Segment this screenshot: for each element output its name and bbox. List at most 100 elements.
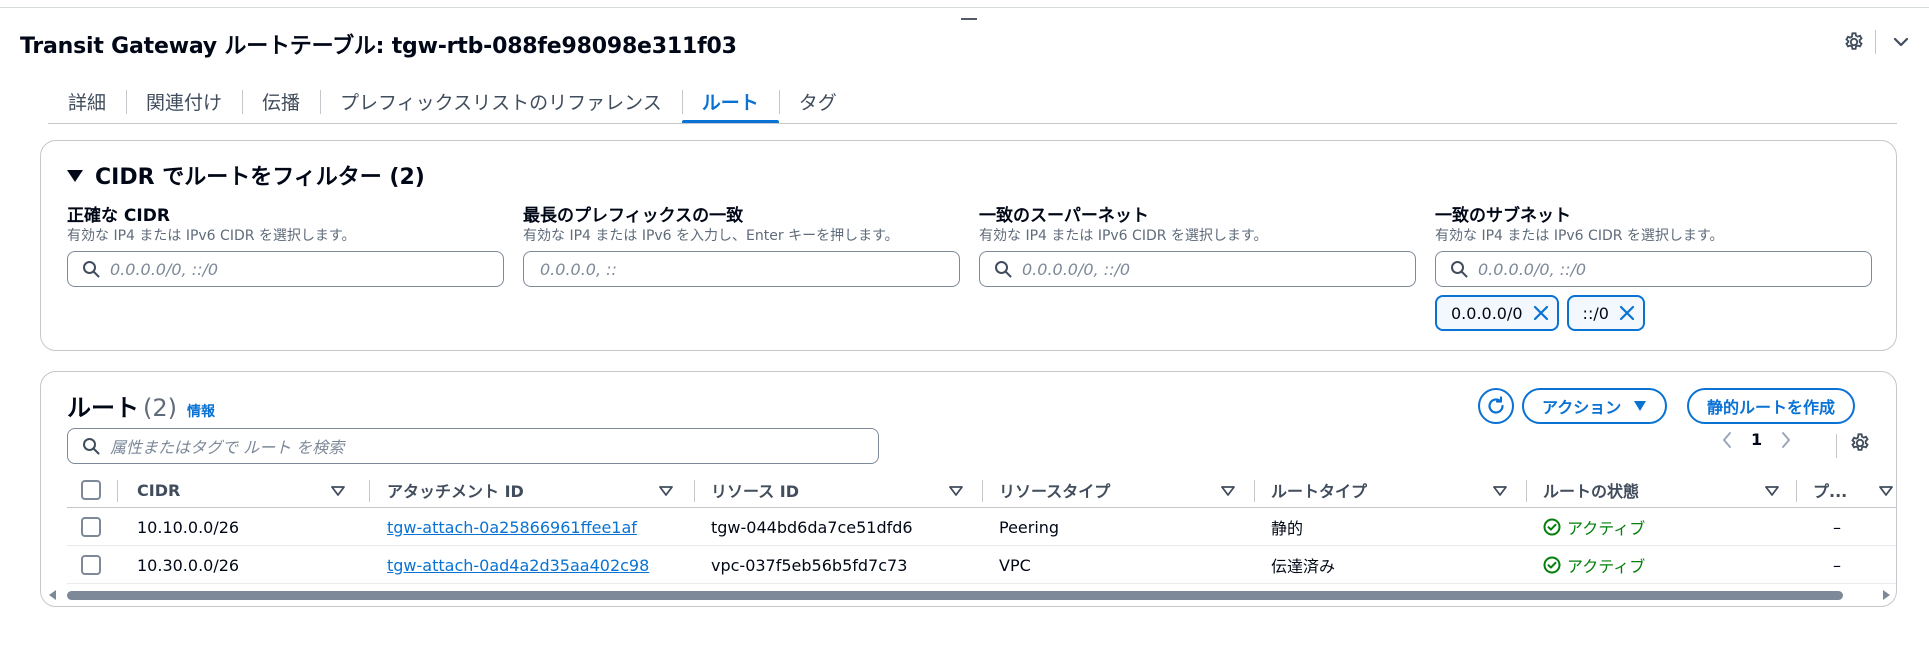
collapse-chevron-down-icon[interactable] (1887, 28, 1915, 56)
tab-propagations[interactable]: 伝播 (242, 80, 320, 124)
cell-attachment-id-link[interactable]: tgw-attach-0a25866961ffee1af (387, 508, 637, 546)
column-label: リソース ID (711, 482, 800, 501)
checkbox-box (81, 480, 101, 500)
horizontal-scrollbar[interactable] (47, 588, 1892, 602)
success-check-circle-icon (1543, 518, 1561, 536)
actions-label: アクション (1542, 398, 1622, 417)
search-icon (995, 261, 1012, 278)
filter-expand-toggle[interactable]: CIDR でルートをフィルター (2) (67, 159, 425, 191)
select-all-checkbox[interactable] (81, 472, 101, 508)
row-checkbox[interactable] (81, 546, 101, 584)
filter-title: CIDR でルートをフィルター (2) (95, 165, 425, 190)
tab-prefix-list-references[interactable]: プレフィックスリストのリファレンス (320, 80, 682, 124)
column-label: プ... (1813, 482, 1848, 501)
field-hint: 有効な IP4 または IPv6 CIDR を選択します。 (979, 228, 1268, 244)
exact-cidr-field-group: 正確な CIDR 有効な IP4 または IPv6 CIDR を選択します。 0… (67, 201, 504, 287)
subnet-token-list: 0.0.0.0/0 ::/0 (1435, 295, 1645, 331)
column-separator (369, 480, 370, 502)
column-header-attachment-id[interactable]: アタッチメント ID (387, 472, 677, 508)
column-label: CIDR (137, 480, 181, 500)
scroll-left-arrow-icon[interactable] (49, 590, 56, 600)
cell-resource-type: VPC (999, 555, 1031, 575)
column-label: ルートタイプ (1271, 482, 1368, 501)
sort-caret-down-icon (949, 486, 963, 496)
previous-page-chevron-left-icon[interactable] (1721, 431, 1733, 449)
tab-routes[interactable]: ルート (681, 80, 779, 124)
field-hint: 有効な IP4 または IPv6 CIDR を選択します。 (1435, 228, 1724, 244)
tab-bar: 詳細 関連付け 伝播 プレフィックスリストのリファレンス ルート タグ (48, 80, 857, 124)
search-icon (1451, 261, 1468, 278)
panel-drag-handle[interactable] (961, 18, 977, 20)
column-header-resource-type[interactable]: リソースタイプ (999, 472, 1239, 508)
field-label: 正確な CIDR (67, 206, 170, 226)
sort-caret-down-icon (1879, 486, 1893, 496)
scrollbar-thumb[interactable] (67, 591, 1843, 600)
routes-table-panel: ルート (2) 情報 アクション 静的ルートを作成 属性またはタグで ルート を検索… (40, 371, 1897, 607)
routes-search-input[interactable]: 属性またはタグで ルート を検索 (67, 428, 879, 464)
column-separator (694, 480, 695, 502)
longest-prefix-field-group: 最長のプレフィックスの一致 有効な IP4 または IPv6 を入力し、Ente… (523, 201, 960, 287)
longest-prefix-input[interactable]: 0.0.0.0, :: (523, 251, 960, 287)
column-separator (1254, 480, 1255, 502)
column-label: ルートの状態 (1543, 482, 1640, 501)
tabs-divider (48, 123, 1897, 124)
caret-down-icon (67, 170, 83, 182)
cell-resource-id: tgw-044bd6da7ce51dfd6 (711, 517, 913, 537)
remove-token-close-icon[interactable] (1533, 305, 1549, 321)
settings-gear-icon[interactable] (1840, 28, 1868, 56)
success-check-circle-icon (1543, 556, 1561, 574)
remove-token-close-icon[interactable] (1619, 305, 1635, 321)
subnet-input[interactable]: 0.0.0.0/0, ::/0 (1435, 251, 1872, 287)
create-static-route-button[interactable]: 静的ルートを作成 (1687, 388, 1856, 424)
column-header-resource-id[interactable]: リソース ID (711, 472, 963, 508)
cell-attachment-id-link[interactable]: tgw-attach-0ad4a2d35aa402c98 (387, 546, 649, 584)
supernet-field-group: 一致のスーパーネット 有効な IP4 または IPv6 CIDR を選択します。… (979, 201, 1416, 287)
cell-route-state: アクティブ (1543, 546, 1645, 584)
table-header: CIDR アタッチメント ID リソース ID リソースタイプ ルートタイプ ル… (67, 472, 1896, 508)
column-separator (982, 480, 983, 502)
search-icon (83, 261, 100, 278)
cell-route-type: 静的 (1271, 519, 1304, 538)
column-label: リソースタイプ (999, 482, 1111, 501)
cell-resource-id: vpc-037f5eb56b5fd7c73 (711, 555, 908, 575)
input-placeholder: 0.0.0.0/0, ::/0 (1478, 259, 1587, 279)
column-label: アタッチメント ID (387, 482, 524, 501)
actions-dropdown-button[interactable]: アクション (1522, 388, 1668, 424)
sort-caret-down-icon (659, 486, 673, 496)
checkbox-box (81, 555, 101, 575)
cell-route-state: アクティブ (1543, 508, 1645, 546)
token-label: 0.0.0.0/0 (1451, 303, 1523, 323)
field-hint: 有効な IP4 または IPv6 CIDR を選択します。 (67, 228, 356, 244)
column-header-route-type[interactable]: ルートタイプ (1271, 472, 1511, 508)
pagination: 1 (1721, 430, 1792, 449)
refresh-button[interactable] (1478, 388, 1514, 424)
cell-route-type: 伝達済み (1271, 557, 1336, 576)
info-link[interactable]: 情報 (187, 404, 215, 420)
tab-tags[interactable]: タグ (778, 80, 857, 124)
supernet-input[interactable]: 0.0.0.0/0, ::/0 (979, 251, 1416, 287)
table-row[interactable]: 10.10.0.0/26 tgw-attach-0a25866961ffee1a… (67, 508, 1896, 546)
tab-associations[interactable]: 関連付け (126, 80, 242, 124)
routes-title: ルート (67, 394, 139, 422)
refresh-icon (1488, 396, 1504, 414)
next-page-chevron-right-icon[interactable] (1780, 431, 1792, 449)
input-placeholder: 0.0.0.0/0, ::/0 (1022, 259, 1131, 279)
table-preferences-gear-icon[interactable] (1849, 432, 1871, 458)
scroll-right-arrow-icon[interactable] (1883, 590, 1890, 600)
search-icon (83, 438, 100, 455)
input-placeholder: 0.0.0.0, :: (540, 259, 617, 279)
table-row[interactable]: 10.30.0.0/26 tgw-attach-0ad4a2d35aa402c9… (67, 546, 1896, 584)
checkbox-box (81, 517, 101, 537)
column-separator (1526, 480, 1527, 502)
cell-truncated: – (1833, 517, 1841, 537)
row-checkbox[interactable] (81, 508, 101, 546)
current-page-number[interactable]: 1 (1751, 430, 1762, 449)
column-header-route-state[interactable]: ルートの状態 (1543, 472, 1783, 508)
exact-cidr-input[interactable]: 0.0.0.0/0, ::/0 (67, 251, 504, 287)
cell-cidr: 10.10.0.0/26 (137, 517, 240, 537)
page-title: Transit Gateway ルートテーブル: tgw-rtb-088fe98… (20, 34, 737, 59)
column-header-cidr[interactable]: CIDR (137, 472, 357, 508)
column-header-truncated[interactable]: プ... (1813, 472, 1893, 508)
column-separator (1796, 480, 1797, 502)
tab-details[interactable]: 詳細 (48, 80, 126, 124)
